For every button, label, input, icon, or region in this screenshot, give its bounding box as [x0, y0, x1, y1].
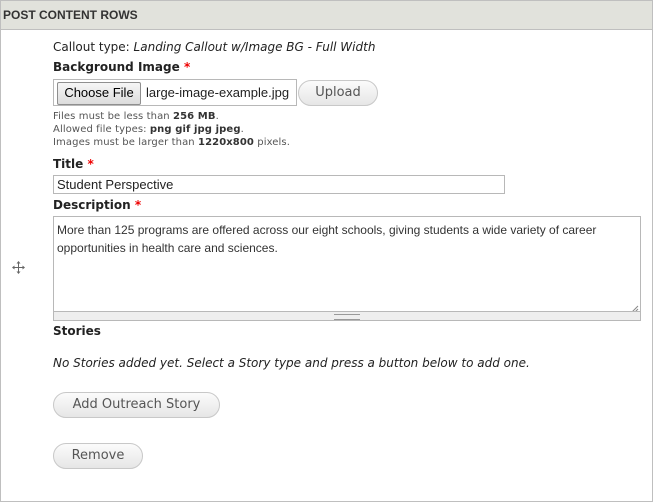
background-image-label: Background Image * [53, 60, 190, 74]
panel-title: POST CONTENT ROWS [1, 1, 652, 30]
upload-button[interactable]: Upload [298, 80, 378, 106]
help-text: Images must be larger than [53, 137, 199, 148]
post-content-rows-panel: POST CONTENT ROWS Callout type: Landing … [0, 0, 653, 502]
background-image-label-text: Background Image [53, 60, 180, 74]
file-size-help: Files must be less than 256 MB. [53, 111, 219, 122]
callout-type-value: Landing Callout w/Image BG - Full Width [133, 40, 376, 54]
help-text: . [240, 124, 244, 135]
stories-label: Stories [53, 324, 101, 338]
help-text: pixels. [253, 137, 291, 148]
help-value: png gif jpg jpeg [149, 124, 241, 135]
choose-file-button[interactable]: Choose File [57, 82, 141, 105]
callout-type-row: Callout type: Landing Callout w/Image BG… [53, 40, 375, 54]
required-marker: * [87, 157, 94, 171]
add-outreach-story-button[interactable]: Add Outreach Story [53, 392, 220, 418]
help-text: Allowed file types: [53, 124, 150, 135]
description-label: Description * [53, 198, 141, 212]
move-arrows-icon[interactable] [12, 259, 25, 274]
title-input[interactable]: Student Perspective [53, 175, 505, 194]
file-input[interactable]: Choose File large-image-example.jpg [53, 79, 297, 106]
callout-type-label: Callout type: [53, 40, 130, 54]
help-text: . [215, 111, 219, 122]
required-marker: * [183, 60, 191, 74]
resize-corner-icon[interactable] [630, 301, 639, 311]
image-dimensions-help: Images must be larger than 1220x800 pixe… [53, 137, 290, 148]
help-value: 1220x800 [198, 137, 254, 148]
stories-empty-message: No Stories added yet. Select a Story typ… [53, 356, 530, 370]
remove-button[interactable]: Remove [53, 443, 143, 469]
description-text: More than 125 programs are offered acros… [57, 223, 597, 255]
help-text: Files must be less than [53, 111, 174, 122]
description-label-text: Description [53, 198, 131, 212]
grip-lines-icon [334, 314, 360, 320]
title-label-text: Title [53, 157, 84, 171]
file-types-help: Allowed file types: png gif jpg jpeg. [53, 124, 244, 135]
textarea-resize-grip[interactable] [53, 311, 641, 321]
required-marker: * [134, 198, 142, 212]
title-label: Title * [53, 157, 94, 171]
description-textarea[interactable]: More than 125 programs are offered acros… [53, 216, 641, 311]
help-value: 256 MB [173, 111, 216, 122]
selected-file-name: large-image-example.jpg [146, 85, 290, 100]
